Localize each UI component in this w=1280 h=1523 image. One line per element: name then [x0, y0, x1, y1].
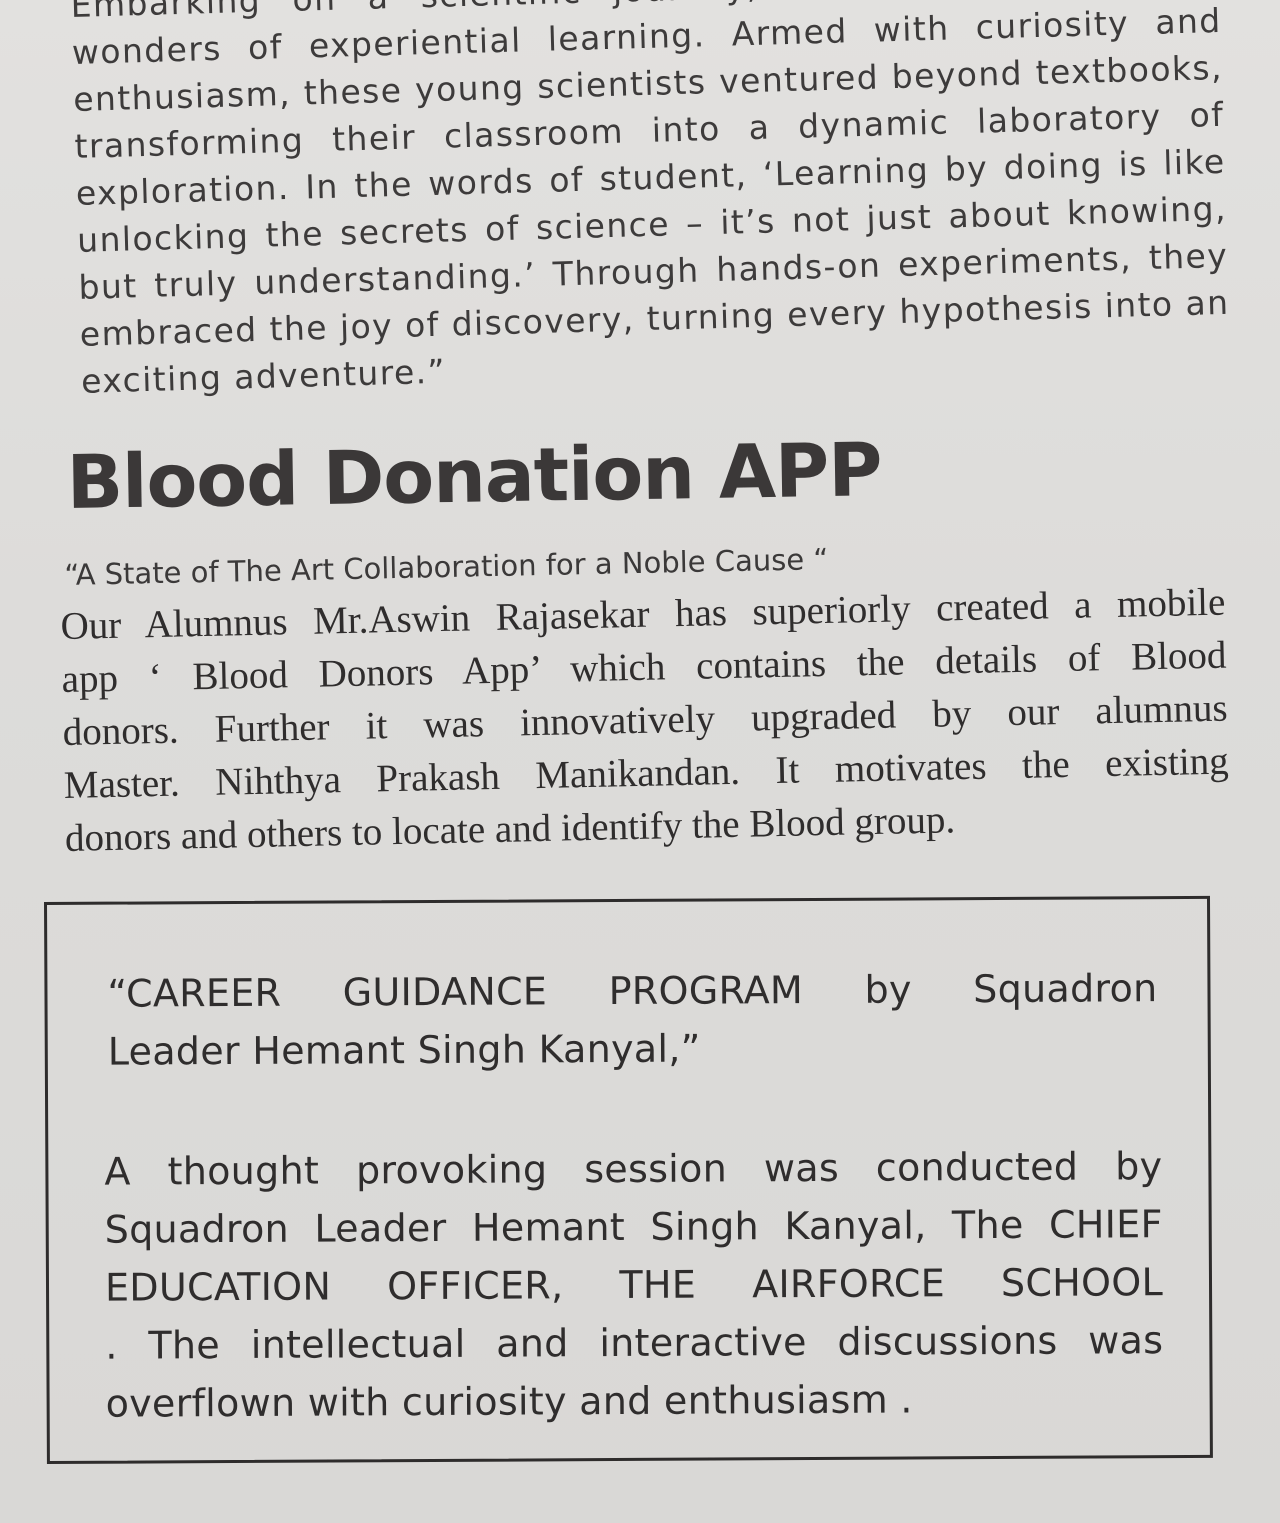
title-line: Leader Hemant Singh Kanyal,” — [107, 1026, 701, 1074]
box-body-line: Squadron Leader Hemant Singh Kanyal, The… — [104, 1202, 1163, 1252]
box-body-line: overflown with curiosity and enthusiasm … — [105, 1377, 913, 1426]
blood-donation-body: Our Alumnus Mr.Aswin Rajasekar has super… — [60, 576, 1230, 865]
box-body-line: EDUCATION OFFICER, THE AIRFORCE SCHOOL — [104, 1260, 1164, 1310]
blood-donation-heading: Blood Donation APP — [66, 427, 883, 526]
career-guidance-title: “CAREER GUIDANCE PROGRAM by Squadron Lea… — [107, 959, 1158, 1080]
blood-donation-subtitle: “A State of The Art Collaboration for a … — [64, 541, 829, 592]
career-guidance-box: “CAREER GUIDANCE PROGRAM by Squadron Lea… — [44, 895, 1213, 1464]
box-body-line: . The intellectual and interactive discu… — [105, 1318, 1164, 1368]
title-line: “CAREER GUIDANCE PROGRAM by Squadron — [107, 966, 1158, 1016]
newsletter-page: Embarking on a scientific journey, stude… — [0, 0, 1280, 1523]
box-body-line: A thought provoking session was conducte… — [104, 1144, 1163, 1194]
career-guidance-body: A thought provoking session was conducte… — [104, 1137, 1164, 1433]
experiential-learning-article: Embarking on a scientific journey, stude… — [70, 0, 1231, 405]
